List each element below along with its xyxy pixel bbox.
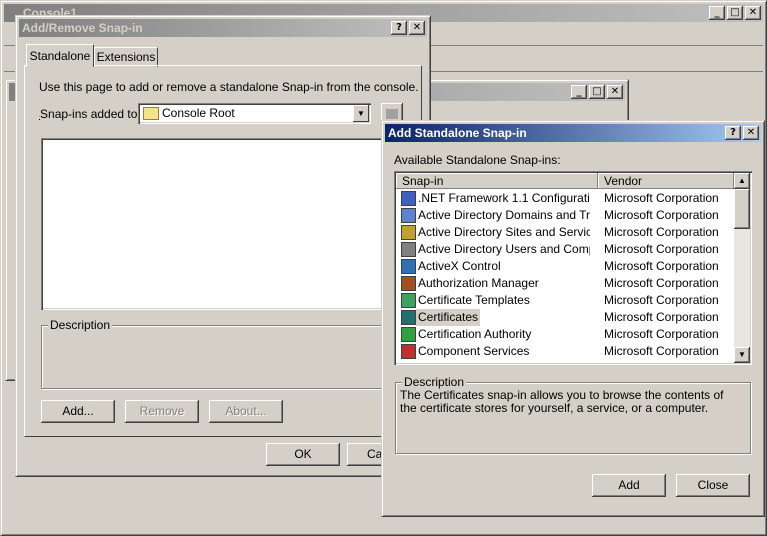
list-item-name: Active Directory Sites and Services (418, 225, 590, 239)
about-button[interactable]: About... (209, 400, 283, 423)
list-item-vendor: Microsoft Corporation (604, 344, 719, 358)
list-item-name: Certification Authority (418, 327, 532, 341)
tab-extensions[interactable]: Extensions (94, 47, 158, 67)
added-to-dropdown[interactable]: Console Root ▼ (138, 103, 371, 124)
list-item-vendor: Microsoft Corporation (604, 310, 719, 324)
snapin-list[interactable] (41, 138, 405, 310)
list-item-name: Authorization Manager (418, 276, 539, 290)
close-button[interactable]: ✕ (745, 6, 761, 20)
available-snapins-list[interactable]: Snap-in Vendor .NET Framework 1.1 Config… (394, 171, 752, 365)
close-button[interactable]: ✕ (743, 126, 759, 140)
list-item-name: .NET Framework 1.1 Configuration (418, 191, 590, 205)
description-group: Description The Certificates snap-in all… (395, 375, 751, 454)
certificates-icon (401, 310, 416, 325)
list-item-name: Active Directory Domains and Trusts (418, 208, 590, 222)
browse-icon (386, 109, 398, 119)
list-item-vendor: Microsoft Corporation (604, 242, 719, 256)
rows-container: .NET Framework 1.1 Configuration Microsof… (396, 190, 734, 363)
list-item[interactable]: ActiveX Control Microsoft Corporation (396, 258, 732, 275)
list-item-name: Certificates (416, 309, 481, 326)
child-minimize-button[interactable]: _ (571, 85, 587, 99)
list-item[interactable]: Certificate Templates Microsoft Corporati… (396, 292, 732, 309)
description-legend: Description (402, 375, 467, 389)
description-group: Description (41, 318, 405, 389)
minimize-button[interactable]: _ (709, 6, 725, 20)
list-item[interactable]: Active Directory Users and Comput... Micr… (396, 241, 732, 258)
vertical-scrollbar[interactable]: ▲ ▼ (734, 173, 750, 363)
ad-domains-icon (401, 208, 416, 223)
available-label: Available Standalone Snap-ins: (394, 153, 561, 167)
cert-templates-icon (401, 293, 416, 308)
list-item-name: Certificate Templates (418, 293, 530, 307)
column-header-vendor[interactable]: Vendor (598, 173, 734, 189)
ad-users-icon (401, 242, 416, 257)
list-item-name: ActiveX Control (418, 259, 501, 273)
activex-icon (401, 259, 416, 274)
list-item[interactable]: .NET Framework 1.1 Configuration Microsof… (396, 190, 732, 207)
list-item[interactable]: Component Services Microsoft Corporation (396, 343, 732, 360)
cert-authority-icon (401, 327, 416, 342)
dropdown-arrow-button[interactable]: ▼ (353, 105, 369, 122)
list-item-name: Active Directory Users and Comput... (418, 242, 590, 256)
list-item-vendor: Microsoft Corporation (604, 208, 719, 222)
list-viewport: Snap-in Vendor .NET Framework 1.1 Config… (396, 173, 734, 363)
add-remove-title: Add/Remove Snap-in (22, 21, 143, 35)
add-remove-dialog: Add/Remove Snap-in ? ✕ Standalone Extens… (15, 15, 431, 477)
list-item-vendor: Microsoft Corporation (604, 293, 719, 307)
close-dialog-button[interactable]: Close (676, 474, 750, 497)
list-item-vendor: Microsoft Corporation (604, 259, 719, 273)
scroll-thumb[interactable] (734, 189, 750, 229)
list-item[interactable]: Authorization Manager Microsoft Corporati… (396, 275, 732, 292)
added-to-value: Console Root (162, 106, 235, 120)
dotnet-icon (401, 191, 416, 206)
added-to-label: SSnap-ins added to: (39, 107, 141, 121)
add-standalone-dialog: Add Standalone Snap-in ? ✕ Available Sta… (381, 120, 765, 517)
list-item-name: Component Services (418, 344, 530, 358)
add-remove-titlebar[interactable]: Add/Remove Snap-in ? ✕ (19, 19, 427, 37)
remove-button[interactable]: Remove (125, 400, 199, 423)
tab-standalone[interactable]: Standalone (26, 44, 94, 67)
list-item-vendor: Microsoft Corporation (604, 327, 719, 341)
list-item[interactable]: Certification Authority Microsoft Corpora… (396, 326, 732, 343)
authorization-icon (401, 276, 416, 291)
tab-panel: Use this page to add or remove a standal… (24, 65, 422, 437)
list-item[interactable]: Active Directory Domains and Trusts Micro… (396, 207, 732, 224)
maximize-button[interactable]: □ (727, 6, 743, 20)
list-item[interactable]: Certificates Microsoft Corporation (396, 309, 732, 326)
standalone-title: Add Standalone Snap-in (388, 126, 527, 140)
add-button[interactable]: Add... (41, 400, 115, 423)
ad-sites-icon (401, 225, 416, 240)
standalone-titlebar[interactable]: Add Standalone Snap-in ? ✕ (385, 124, 761, 142)
column-header-snapin[interactable]: Snap-in (396, 173, 598, 189)
child-maximize-button[interactable]: □ (589, 85, 605, 99)
help-button[interactable]: ? (725, 126, 741, 140)
list-item-vendor: Microsoft Corporation (604, 225, 719, 239)
folder-icon (143, 107, 159, 120)
ok-button[interactable]: OK (266, 443, 340, 466)
child-close-button[interactable]: ✕ (607, 85, 623, 99)
list-item-vendor: Microsoft Corporation (604, 276, 719, 290)
add-button[interactable]: Add (592, 474, 666, 497)
help-button[interactable]: ? (391, 21, 407, 35)
scroll-up-button[interactable]: ▲ (734, 173, 750, 189)
close-button[interactable]: ✕ (409, 21, 425, 35)
scroll-down-button[interactable]: ▼ (734, 347, 750, 363)
intro-text: Use this page to add or remove a standal… (39, 80, 419, 94)
description-legend: Description (48, 318, 113, 332)
list-item-vendor: Microsoft Corporation (604, 191, 719, 205)
list-item[interactable]: Active Directory Sites and Services Micro… (396, 224, 732, 241)
description-text: The Certificates snap-in allows you to b… (400, 388, 724, 415)
component-services-icon (401, 344, 416, 359)
